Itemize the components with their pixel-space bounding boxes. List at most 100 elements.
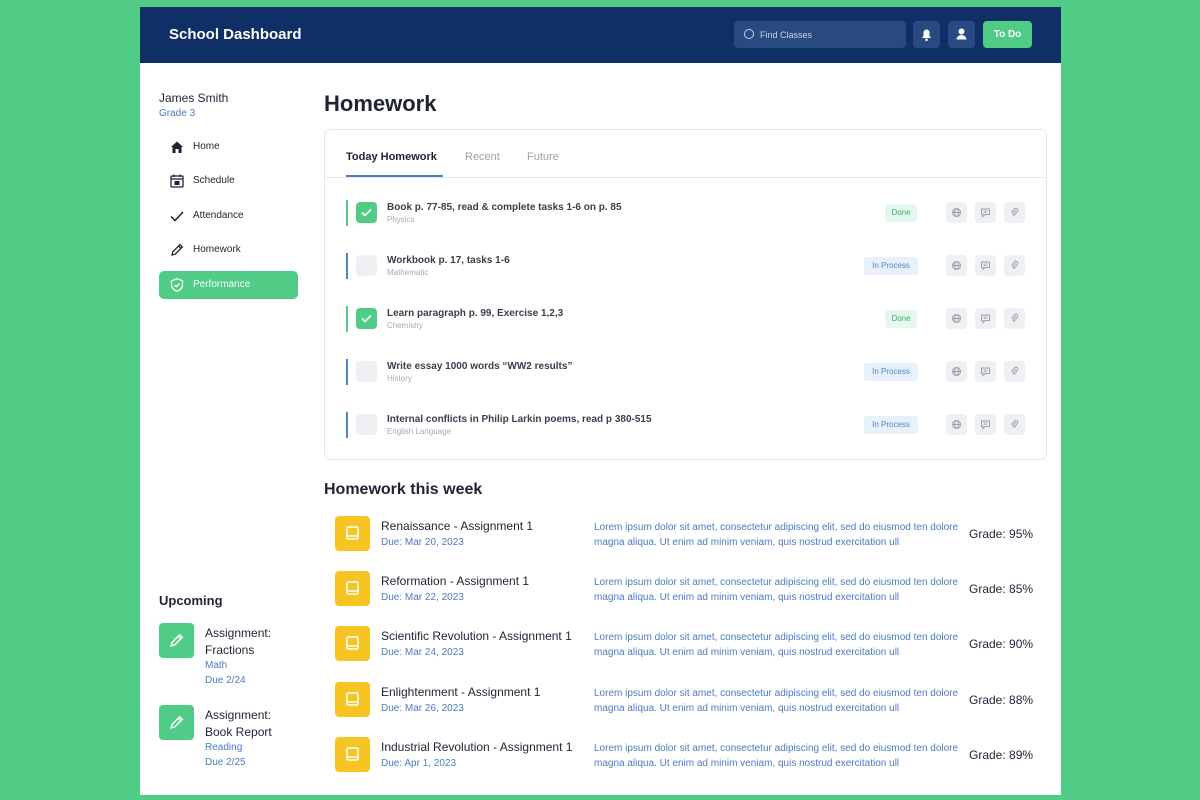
homework-checkbox[interactable] xyxy=(356,414,377,435)
upcoming-icon-box xyxy=(159,705,194,740)
app-window: School Dashboard To Do James Smith Grade… xyxy=(140,7,1061,795)
comment-button[interactable] xyxy=(975,255,996,276)
globe-icon xyxy=(952,420,961,429)
view-button[interactable] xyxy=(946,361,967,382)
assignment-title: Scientific Revolution - Assignment 1 xyxy=(381,629,572,643)
top-bar: School Dashboard To Do xyxy=(140,7,1061,63)
homework-title: Learn paragraph p. 99, Exercise 1,2,3 xyxy=(387,308,564,319)
attach-button[interactable] xyxy=(1004,361,1025,382)
view-button[interactable] xyxy=(946,414,967,435)
assignment-description: Lorem ipsum dolor sit amet, consectetur … xyxy=(594,577,959,603)
upcoming-item-title: Assignment: Book Report xyxy=(205,708,272,739)
status-badge: Done xyxy=(885,310,917,328)
search-input[interactable] xyxy=(760,27,900,42)
homework-checkbox[interactable] xyxy=(356,308,377,329)
book-icon xyxy=(346,636,359,650)
sidebar-item-label: Schedule xyxy=(193,175,235,186)
homework-subject: English Language xyxy=(387,427,452,436)
tab-recent[interactable]: Recent xyxy=(465,151,500,163)
upcoming-item[interactable]: Assignment: Fractions Math Due 2/24 xyxy=(159,623,299,693)
week-assignment-row[interactable]: Scientific Revolution - Assignment 1 Due… xyxy=(335,626,1035,666)
comment-button[interactable] xyxy=(975,414,996,435)
upcoming-item-subject: Math xyxy=(205,660,228,671)
check-icon xyxy=(170,211,184,222)
view-button[interactable] xyxy=(946,255,967,276)
homework-row: Book p. 77-85, read & complete tasks 1-6… xyxy=(325,200,1046,240)
check-icon xyxy=(361,208,372,217)
sidebar-item-home[interactable]: Home xyxy=(159,133,298,161)
week-assignment-row[interactable]: Enlightenment - Assignment 1 Due: Mar 26… xyxy=(335,682,1035,722)
sidebar-item-attendance[interactable]: Attendance xyxy=(159,202,298,230)
assignment-title: Renaissance - Assignment 1 xyxy=(381,519,534,533)
status-badge: In Process xyxy=(864,363,918,381)
homework-row: Internal conflicts in Philip Larkin poem… xyxy=(325,412,1046,452)
assignment-grade: Grade: 88% xyxy=(969,693,1034,707)
check-icon xyxy=(361,314,372,323)
assignment-grade: Grade: 89% xyxy=(969,748,1034,762)
homework-subject: Physics xyxy=(387,215,415,224)
assignment-grade: Grade: 90% xyxy=(969,637,1034,651)
week-assignment-row[interactable]: Industrial Revolution - Assignment 1 Due… xyxy=(335,737,1035,777)
notifications-button[interactable] xyxy=(913,21,940,48)
attach-button[interactable] xyxy=(1004,202,1025,223)
upcoming-item[interactable]: Assignment: Book Report Reading Due 2/25 xyxy=(159,705,299,775)
comment-icon xyxy=(981,367,990,377)
sidebar-item-homework[interactable]: Homework xyxy=(159,236,298,264)
sidebar-item-performance[interactable]: Performance xyxy=(159,271,298,299)
paperclip-icon xyxy=(1011,207,1019,216)
attach-button[interactable] xyxy=(1004,255,1025,276)
globe-icon xyxy=(952,208,961,217)
upcoming-icon-box xyxy=(159,623,194,658)
sidebar-item-schedule[interactable]: Schedule xyxy=(159,167,298,195)
homework-checkbox[interactable] xyxy=(356,202,377,223)
tab-future[interactable]: Future xyxy=(527,151,559,163)
status-bar xyxy=(346,200,348,226)
homework-title: Write essay 1000 words “WW2 results” xyxy=(387,361,573,372)
book-icon-box xyxy=(335,737,370,772)
homework-title: Book p. 77-85, read & complete tasks 1-6… xyxy=(387,202,622,213)
homework-checkbox[interactable] xyxy=(356,361,377,382)
assignment-due: Due: Mar 20, 2023 xyxy=(381,537,464,548)
profile-button[interactable] xyxy=(948,21,975,48)
upcoming-item-due: Due 2/25 xyxy=(205,757,246,768)
paperclip-icon xyxy=(1011,260,1019,269)
assignment-grade: Grade: 85% xyxy=(969,582,1034,596)
todo-button[interactable]: To Do xyxy=(983,21,1032,48)
status-bar xyxy=(346,412,348,438)
user-name: James Smith xyxy=(159,91,229,105)
user-icon xyxy=(956,28,967,40)
shield-check-icon xyxy=(170,278,184,293)
search-box[interactable] xyxy=(734,21,906,48)
homework-subject: Chemistry xyxy=(387,321,424,330)
comment-icon xyxy=(981,261,990,271)
view-button[interactable] xyxy=(946,308,967,329)
assignment-description: Lorem ipsum dolor sit amet, consectetur … xyxy=(594,688,959,714)
attach-button[interactable] xyxy=(1004,414,1025,435)
week-assignment-row[interactable]: Renaissance - Assignment 1 Due: Mar 20, … xyxy=(335,516,1035,556)
homework-row: Workbook p. 17, tasks 1-6 Mathematic In … xyxy=(325,253,1046,293)
homework-row: Learn paragraph p. 99, Exercise 1,2,3 Ch… xyxy=(325,306,1046,346)
book-icon-box xyxy=(335,682,370,717)
user-grade: Grade 3 xyxy=(159,108,196,119)
pencil-icon xyxy=(170,715,184,729)
homework-subject: Mathematic xyxy=(387,268,429,277)
assignment-grade: Grade: 95% xyxy=(969,527,1034,541)
view-button[interactable] xyxy=(946,202,967,223)
assignment-description: Lorem ipsum dolor sit amet, consectetur … xyxy=(594,743,959,769)
book-icon xyxy=(346,526,359,540)
week-assignment-row[interactable]: Reformation - Assignment 1 Due: Mar 22, … xyxy=(335,571,1035,611)
upcoming-item-subject: Reading xyxy=(205,742,243,753)
comment-button[interactable] xyxy=(975,202,996,223)
book-icon-box xyxy=(335,626,370,661)
attach-button[interactable] xyxy=(1004,308,1025,329)
comment-button[interactable] xyxy=(975,361,996,382)
assignment-due: Due: Mar 26, 2023 xyxy=(381,703,464,714)
tab-today-homework[interactable]: Today Homework xyxy=(346,151,437,163)
homework-checkbox[interactable] xyxy=(356,255,377,276)
sidebar-item-label: Attendance xyxy=(193,210,244,221)
assignment-title: Enlightenment - Assignment 1 xyxy=(381,685,541,699)
status-badge: In Process xyxy=(864,416,918,434)
search-icon xyxy=(744,29,754,39)
comment-button[interactable] xyxy=(975,308,996,329)
assignment-due: Due: Mar 22, 2023 xyxy=(381,592,464,603)
